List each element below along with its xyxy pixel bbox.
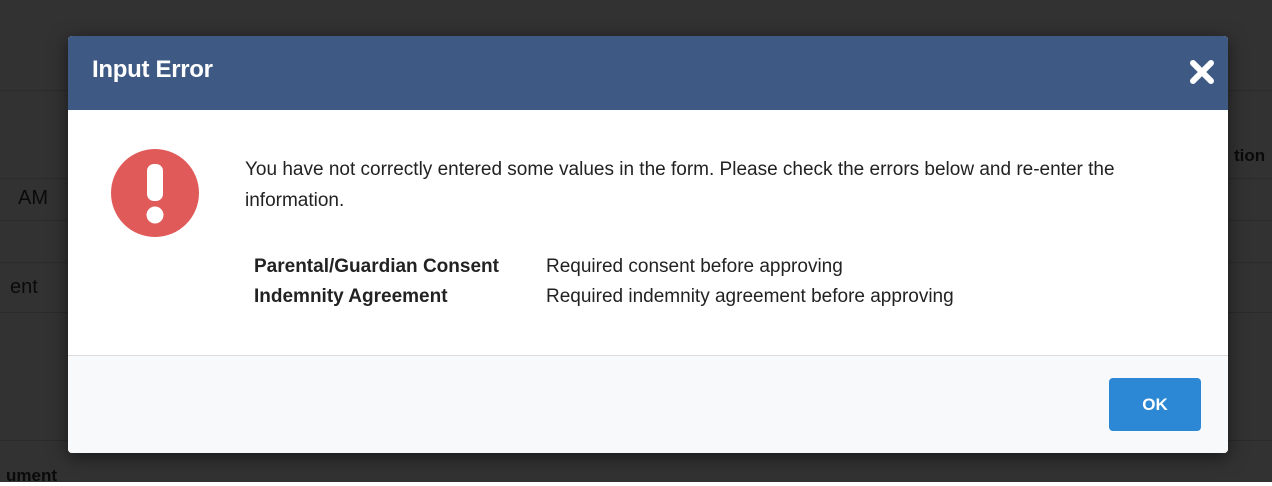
ok-button[interactable]: OK [1109, 378, 1201, 431]
input-error-dialog: Input Error You have not correctly enter… [68, 36, 1228, 453]
exclamation-circle-icon [111, 149, 199, 237]
error-field-label: Indemnity Agreement [254, 286, 448, 307]
error-list: Parental/Guardian Consent Required conse… [254, 252, 954, 312]
close-button[interactable] [1188, 58, 1216, 86]
close-icon [1190, 60, 1214, 84]
error-row: Parental/Guardian Consent Required conse… [254, 252, 954, 282]
dialog-body: You have not correctly entered some valu… [68, 110, 1228, 356]
dialog-header: Input Error [68, 36, 1228, 110]
error-row: Indemnity Agreement Required indemnity a… [254, 282, 954, 312]
dialog-title: Input Error [92, 56, 213, 83]
error-field-label: Parental/Guardian Consent [254, 256, 499, 277]
error-message: You have not correctly entered some valu… [245, 159, 1115, 211]
dialog-footer: OK [68, 356, 1228, 453]
error-field-message: Required consent before approving [546, 256, 843, 277]
error-field-message: Required indemnity agreement before appr… [546, 286, 954, 307]
